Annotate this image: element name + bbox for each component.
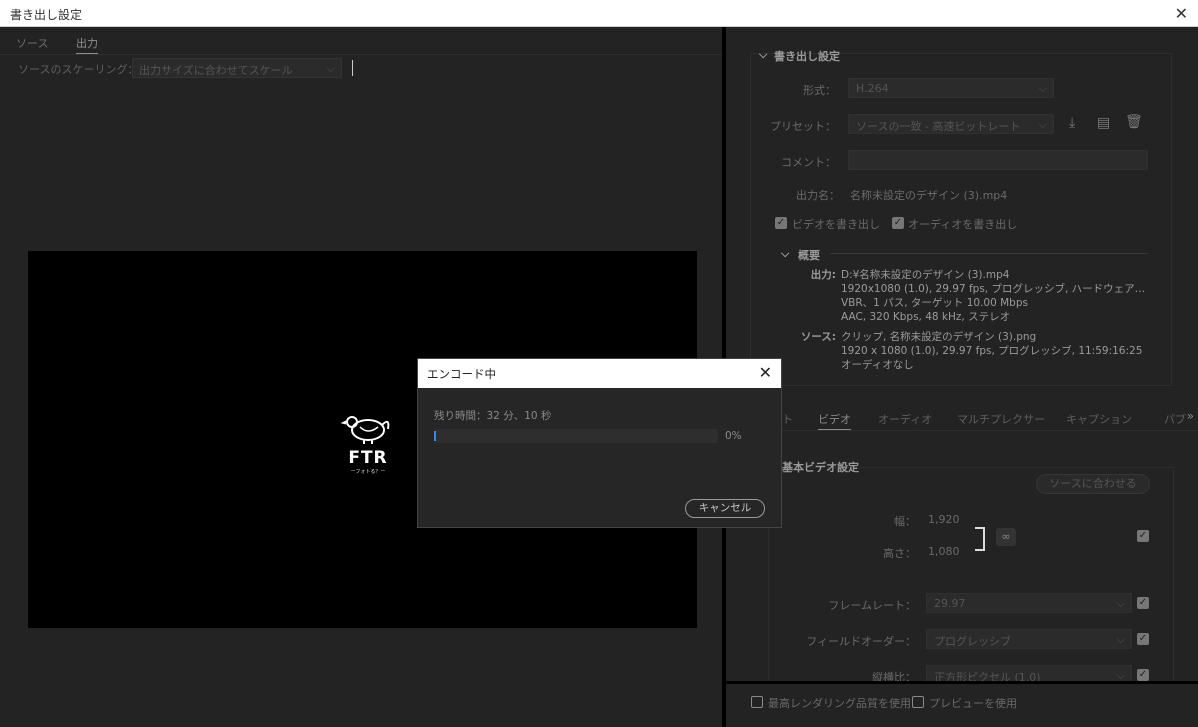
output-name-label: 出力名：	[796, 189, 840, 202]
summary-source-label: ソース:	[800, 331, 836, 343]
height-label: 高さ：	[883, 547, 916, 560]
export-settings-title: 書き出し設定	[774, 50, 840, 63]
render-options-bar: 最高レンダリング品質を使用 プレビューを使用	[726, 681, 1198, 727]
tab-effects[interactable]: ト	[782, 411, 793, 427]
summary-output-line: 1920x1080 (1.0), 29.97 fps, プログレッシブ, ハード…	[841, 283, 1146, 295]
summary-output-label: 出力:	[810, 269, 836, 281]
encoding-progress-bar	[434, 429, 718, 443]
summary-output-line: AAC, 320 Kbps, 48 kHz, ステレオ	[841, 311, 1011, 323]
summary-source-line: 1920 x 1080 (1.0), 29.97 fps, プログレッシブ, 1…	[841, 345, 1143, 357]
tab-publish[interactable]: パブ	[1164, 411, 1186, 427]
summary-output-line: VBR、1 パス, ターゲット 10.00 Mbps	[841, 297, 1028, 309]
field-order-checkbox[interactable]: ✓	[1137, 633, 1149, 645]
use-preview-checkbox[interactable]	[912, 696, 924, 708]
summary-source-line: クリップ, 名称未設定のデザイン (3).png	[841, 331, 1037, 343]
bird-logo-icon	[340, 416, 390, 444]
tab-multiplexer[interactable]: マルチプレクサー	[957, 411, 1045, 427]
summary-divider	[830, 253, 1148, 254]
basic-video-title: 基本ビデオ設定	[782, 461, 859, 474]
more-tabs-icon[interactable]: »	[1187, 409, 1194, 423]
field-order-label: フィールドオーダー：	[806, 635, 916, 648]
max-render-quality-checkbox[interactable]	[751, 696, 763, 708]
match-source-button[interactable]: ソースに合わせる	[1036, 474, 1150, 494]
export-video-checkbox[interactable]: ✓	[775, 217, 787, 229]
settings-tabs: ト ビデオ オーディオ マルチプレクサー キャプション パブ »	[726, 405, 1198, 431]
tab-output[interactable]: 出力	[76, 35, 98, 54]
size-override-checkbox[interactable]: ✓	[1137, 530, 1149, 542]
preset-select[interactable]: ソースの一致 - 高速ビットレート ⌵	[848, 114, 1054, 134]
export-video-label: ビデオを書き出し	[792, 218, 880, 231]
logo-subtext: ーフォトる？ー	[350, 469, 386, 475]
framerate-value: 29.97	[934, 597, 966, 610]
output-name-link[interactable]: 名称未設定のデザイン (3).mp4	[850, 187, 1007, 203]
remaining-time: 残り時間：32 分、10 秒	[434, 410, 552, 422]
chevron-down-icon: ⌵	[1116, 633, 1125, 646]
summary-title: 概要	[798, 249, 820, 262]
chevron-down-icon: ⌵	[326, 62, 335, 75]
field-order-select[interactable]: プログレッシブ ⌵	[926, 629, 1132, 649]
ftr-logo: FTR ーフォトる？ー	[338, 411, 398, 476]
comment-label: コメント：	[781, 156, 836, 169]
right-pane: ⌵ 書き出し設定 形式： H.264 ⌵ プリセット： ソースの一致 - 高速ビ…	[726, 27, 1198, 727]
height-value[interactable]: 1,080	[928, 545, 960, 558]
encoding-progress-fill	[434, 431, 436, 441]
source-scaling-select[interactable]: 出力サイズに合わせてスケール ⌵	[132, 58, 342, 78]
cancel-button[interactable]: キャンセル	[685, 499, 765, 518]
format-select[interactable]: H.264 ⌵	[848, 78, 1054, 98]
delete-preset-icon[interactable]: 🗑	[1125, 114, 1143, 130]
dimension-link-bracket	[975, 527, 985, 551]
window-title: 書き出し設定	[10, 8, 83, 22]
field-order-value: プログレッシブ	[934, 635, 1011, 648]
width-value[interactable]: 1,920	[928, 513, 960, 526]
logo-text: FTR	[348, 448, 388, 468]
max-render-quality-label: 最高レンダリング品質を使用	[768, 697, 911, 710]
summary-source-line: オーディオなし	[841, 359, 914, 371]
source-scaling-value: 出力サイズに合わせてスケール	[139, 64, 293, 77]
chain-link-icon[interactable]: ∞	[996, 528, 1016, 546]
tab-source[interactable]: ソース	[16, 35, 48, 51]
framerate-select[interactable]: 29.97 ⌵	[926, 593, 1132, 613]
tab-audio[interactable]: オーディオ	[878, 411, 932, 427]
encoding-progress-percent: 0%	[725, 430, 742, 442]
framerate-checkbox[interactable]: ✓	[1137, 597, 1149, 609]
window-close-icon[interactable]: ✕	[1175, 4, 1188, 23]
import-preset-icon[interactable]: ⤓	[1069, 115, 1075, 131]
save-preset-icon[interactable]: ▤	[1097, 115, 1110, 131]
preset-value: ソースの一致 - 高速ビットレート	[856, 120, 1021, 133]
text-cursor	[352, 60, 353, 76]
window-titlebar: 書き出し設定 ✕	[0, 0, 1198, 27]
dialog-title: エンコード中	[427, 367, 496, 381]
format-value: H.264	[856, 82, 889, 95]
dialog-header: エンコード中 ✕	[418, 359, 781, 388]
width-label: 幅：	[894, 515, 916, 528]
comment-input[interactable]	[848, 150, 1148, 170]
export-settings-chevron-icon[interactable]: ⌵	[759, 48, 767, 62]
format-label: 形式：	[803, 84, 836, 97]
dialog-close-icon[interactable]: ✕	[759, 363, 772, 382]
chevron-down-icon: ⌵	[1038, 118, 1047, 131]
aspect-checkbox[interactable]: ✓	[1137, 669, 1149, 681]
export-audio-label: オーディオを書き出し	[908, 218, 1018, 231]
source-scaling-label: ソースのスケーリング：	[18, 63, 139, 76]
preset-label: プリセット：	[770, 120, 836, 133]
chevron-down-icon: ⌵	[1116, 597, 1125, 610]
summary-chevron-icon[interactable]: ⌵	[781, 247, 789, 261]
framerate-label: フレームレート：	[828, 599, 916, 612]
chevron-down-icon: ⌵	[1038, 82, 1047, 95]
summary-output-line: D:¥名称未設定のデザイン (3).mp4	[841, 269, 1010, 281]
tab-video[interactable]: ビデオ	[818, 411, 851, 430]
source-output-tabs: ソース 出力	[0, 27, 722, 55]
tab-captions[interactable]: キャプション	[1066, 411, 1132, 427]
use-preview-label: プレビューを使用	[929, 697, 1017, 710]
encoding-dialog: エンコード中 ✕ 残り時間：32 分、10 秒 0% キャンセル	[417, 358, 782, 528]
export-audio-checkbox[interactable]: ✓	[892, 217, 904, 229]
